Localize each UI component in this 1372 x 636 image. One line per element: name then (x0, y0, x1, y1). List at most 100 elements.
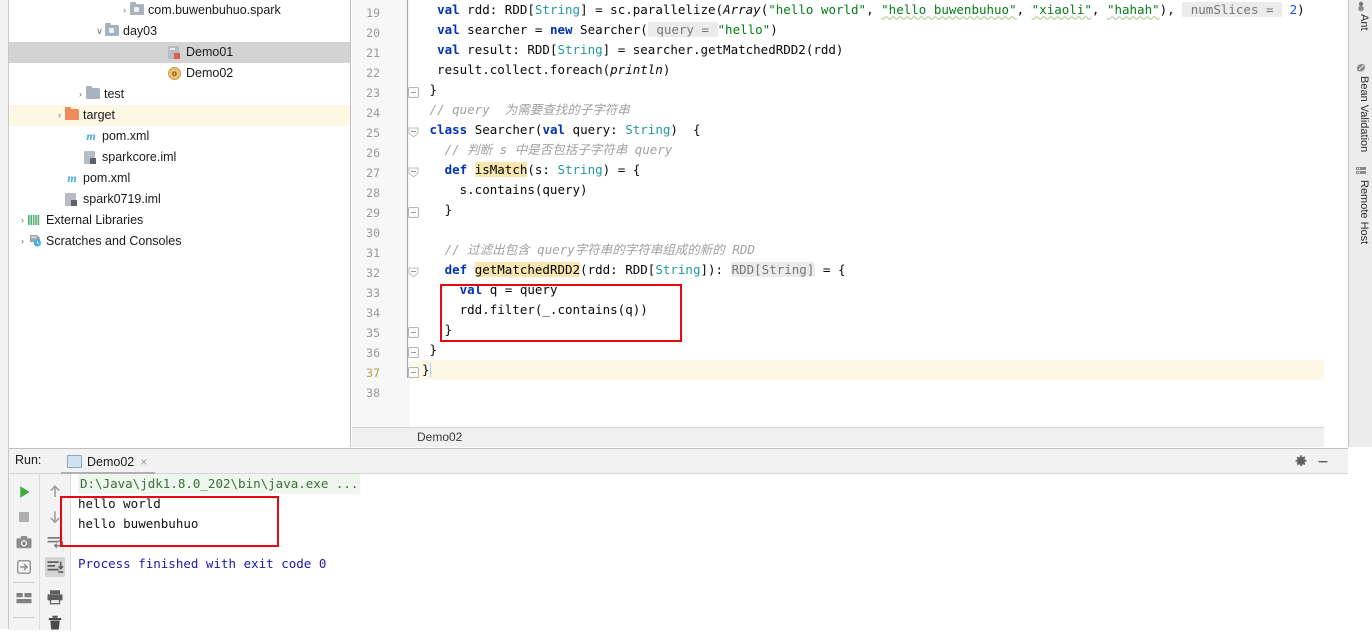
line-number: 20 (366, 26, 380, 40)
console-output[interactable]: D:\Java\jdk1.8.0_202\bin\java.exe ... hel… (72, 474, 1348, 630)
right-stripe-tab-remote-host[interactable]: Remote Host (1358, 180, 1370, 244)
console-command: D:\Java\jdk1.8.0_202\bin\java.exe ... (78, 474, 361, 494)
code-line-26: // 判断 s 中是否包括子字符串 query (422, 142, 673, 157)
project-tree-panel[interactable]: › com.buwenbuhuo.spark ∨ day03 Demo01 o Demo02… (9, 0, 351, 447)
tree-row-label: spark0719.iml (83, 192, 161, 207)
tree-row-label: Scratches and Consoles (46, 234, 182, 249)
code-line-32: def getMatchedRDD2(rdd: RDD[String]): RD… (444, 262, 846, 277)
code-line-19: val rdd: RDD[String] = sc.parallelize(Ar… (437, 2, 1305, 17)
chevron-right-icon[interactable]: › (54, 105, 65, 126)
tree-row-label: External Libraries (46, 213, 144, 228)
run-toolbar-primary[interactable] (9, 474, 40, 630)
scroll-up-icon[interactable] (45, 482, 65, 502)
code-fold-icon[interactable] (408, 87, 419, 98)
rerun-icon[interactable] (14, 482, 34, 502)
line-number: 34 (366, 306, 380, 320)
stop-icon[interactable] (14, 507, 34, 527)
tree-row-day03[interactable]: ∨ day03 (9, 21, 350, 42)
chevron-right-icon[interactable]: › (17, 231, 28, 252)
toolbar-divider (13, 617, 35, 618)
chevron-down-icon[interactable]: ∨ (94, 21, 105, 42)
console-line: hello world (72, 494, 1348, 514)
code-fold-icon[interactable] (408, 347, 419, 358)
soft-wrap-icon[interactable] (45, 532, 65, 552)
chevron-right-icon[interactable]: › (119, 0, 130, 21)
tree-row-target[interactable]: › target (9, 105, 350, 126)
bean-icon (1357, 64, 1365, 72)
tree-row-demo02[interactable]: o Demo02 (9, 63, 350, 84)
package-folder-icon (105, 23, 120, 37)
right-stripe-tab-bean-validation[interactable]: Bean Validation (1358, 76, 1370, 152)
run-toolbar-secondary[interactable] (40, 474, 71, 630)
toolbar-divider (13, 582, 35, 583)
tree-row-com-buwenbuhuo-spark[interactable]: › com.buwenbuhuo.spark (9, 0, 350, 21)
line-number: 30 (366, 226, 380, 240)
code-line-33: val q = query (459, 282, 558, 297)
tree-row-external-libraries[interactable]: › External Libraries (9, 210, 350, 231)
tree-row-scratches-and-consoles[interactable]: › Scratches and Consoles (9, 231, 350, 252)
tree-row-pom-xml[interactable]: m pom.xml (9, 168, 350, 189)
breadcrumb[interactable]: Demo02 (352, 427, 1324, 447)
code-line-36: } (422, 342, 438, 357)
tree-row-label: pom.xml (102, 129, 150, 144)
code-editor[interactable]: 19 20 21 22 23 24 25 26 27 28 29 30 31 32 33 34 35 36 37 38… (352, 0, 1324, 447)
line-number: 31 (366, 246, 380, 260)
line-number: 37 (366, 366, 380, 380)
console-status: Process finished with exit code 0 (78, 556, 327, 571)
line-number: 23 (366, 86, 380, 100)
run-tab-demo02[interactable]: Demo02 × (61, 449, 156, 474)
chevron-right-icon[interactable]: › (75, 84, 86, 105)
tree-row-spark0719-iml[interactable]: spark0719.iml (9, 189, 350, 210)
scratches-icon (28, 233, 43, 247)
right-stripe-tab-ant[interactable]: Ant (1358, 14, 1370, 31)
code-fold-icon[interactable] (408, 367, 419, 378)
code-line-37: } (422, 360, 1324, 380)
ide-window: Structure Favorites ›com.buwenbuhuo.spar… (0, 0, 1372, 630)
chevron-right-icon[interactable]: › (17, 210, 28, 231)
code-content[interactable]: val rdd: RDD[String] = sc.parallelize(Ar… (422, 0, 1324, 427)
tree-row-pom-xml[interactable]: m pom.xml (9, 126, 350, 147)
console-line: hello buwenbuhuo (72, 514, 1348, 534)
tree-row-label: test (104, 87, 125, 102)
scala-class-icon (168, 45, 183, 59)
print-icon[interactable] (45, 587, 65, 607)
line-number: 22 (366, 66, 380, 80)
code-fold-icon[interactable] (408, 127, 419, 138)
code-line-35: } (422, 322, 453, 337)
code-fold-icon[interactable] (408, 267, 419, 278)
folder-orange-icon (65, 107, 80, 121)
code-fold-icon[interactable] (408, 207, 419, 218)
gear-icon[interactable] (1294, 454, 1308, 468)
scroll-down-icon[interactable] (45, 507, 65, 527)
scala-object-icon: o (168, 66, 183, 80)
layout-icon[interactable] (14, 588, 34, 608)
libraries-icon (28, 212, 43, 225)
tree-row-sparkcore-iml[interactable]: sparkcore.iml (9, 147, 350, 168)
code-fold-icon[interactable] (408, 327, 419, 338)
trash-icon[interactable] (45, 613, 65, 633)
run-label: Run: (15, 453, 42, 467)
editor-gutter[interactable]: 19 20 21 22 23 24 25 26 27 28 29 30 31 32 33 34 35 36 37 38 (352, 0, 419, 427)
close-icon[interactable]: × (140, 455, 147, 469)
export-icon[interactable] (14, 557, 34, 577)
tree-row-label: com.buwenbuhuo.spark (148, 3, 281, 18)
code-fold-icon[interactable] (408, 167, 419, 178)
tree-row-test[interactable]: › test (9, 84, 350, 105)
console-tab-icon (67, 455, 82, 468)
iml-file-icon (65, 192, 80, 206)
maven-icon: m (67, 171, 77, 185)
console-output-line: hello world (78, 496, 161, 511)
camera-icon[interactable] (14, 532, 34, 552)
scroll-to-end-icon[interactable] (45, 557, 65, 577)
tree-row-label: sparkcore.iml (102, 150, 177, 165)
tree-row-label: Demo01 (186, 45, 234, 60)
code-line-22: result.collect.foreach(println) (422, 62, 671, 77)
run-tool-window: Run: Demo02 × D:\Java\jdk1.8.0_202\bin\j… (9, 448, 1348, 630)
code-line-34: rdd.filter(_.contains(q)) (422, 302, 648, 317)
bottom-left-stripe (0, 448, 9, 629)
code-line-20: val searcher = new Searcher( query = "he… (437, 22, 778, 37)
minimize-icon[interactable] (1316, 454, 1330, 468)
tree-row-label: target (83, 108, 115, 123)
tree-row-demo01[interactable]: Demo01 (9, 42, 350, 63)
